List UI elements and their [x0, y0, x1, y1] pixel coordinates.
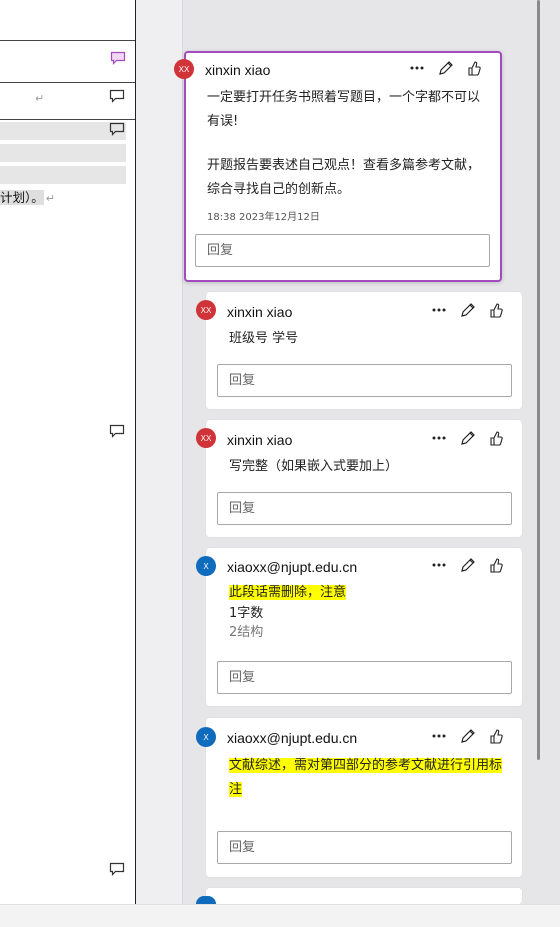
document-page[interactable]: 计划）。 ↵ ↵ [0, 0, 136, 904]
comment-author: xinxin xiao [227, 304, 293, 320]
comment-bubble-icon[interactable] [109, 121, 125, 136]
pane-scrollbar[interactable] [537, 0, 540, 760]
comment-line: 一定要打开任务书照着写题目，一个字都不可以 [207, 90, 481, 105]
comment-line: 有误! [207, 114, 239, 129]
thumbs-up-icon[interactable] [489, 728, 503, 744]
comment-body: 班级号 学号 [229, 331, 299, 346]
comment-actions [431, 728, 503, 744]
avatar: X [196, 727, 216, 747]
paragraph-return-mark: ↵ [45, 192, 55, 205]
thumbs-up-icon[interactable] [489, 430, 503, 446]
comment-body: 此段话需删除，注意 1字数 2结构 [229, 582, 347, 642]
highlighted-comment-text: 文献综述，需对第四部分的参考文献进行引用标 [229, 758, 503, 773]
pencil-icon[interactable] [438, 60, 454, 76]
avatar: XX [174, 59, 194, 79]
thumbs-up-icon[interactable] [467, 60, 481, 76]
comment-card[interactable] [206, 888, 522, 904]
pencil-icon[interactable] [460, 430, 476, 446]
reply-input[interactable]: 回复 [217, 364, 512, 397]
comment-actions [431, 430, 503, 446]
comment-body: 文献综述，需对第四部分的参考文献进行引用标 注 [229, 754, 509, 802]
comment-body: 一定要打开任务书照着写题目，一个字都不可以 有误! 开题报告要表述自己观点！查看… [207, 86, 492, 202]
more-options-icon[interactable] [409, 61, 425, 75]
comment-bubble-icon[interactable] [109, 88, 125, 103]
comment-author: xiaoxx@njupt.edu.cn [227, 730, 358, 746]
thumbs-up-icon[interactable] [489, 302, 503, 318]
reply-input[interactable]: 回复 [217, 661, 512, 694]
more-options-icon[interactable] [431, 729, 447, 743]
table-border-top [0, 40, 135, 41]
document-paragraph[interactable]: 计划）。 ↵ [0, 187, 55, 206]
comment-actions [409, 60, 481, 76]
comment-line: 开题报告要表述自己观点！查看多篇参考文献， [207, 158, 481, 173]
reply-input[interactable]: 回复 [217, 492, 512, 525]
comment-bubble-icon[interactable] [109, 861, 125, 876]
comment-author: xiaoxx@njupt.edu.cn [227, 559, 358, 575]
highlighted-text-line [0, 122, 126, 140]
status-bar [0, 904, 560, 927]
document-canvas: 计划）。 ↵ ↵ [0, 0, 182, 904]
comment-actions [431, 302, 503, 318]
pencil-icon[interactable] [460, 302, 476, 318]
comment-bubble-icon[interactable] [109, 423, 125, 438]
comment-line: 2结构 [229, 625, 264, 640]
highlighted-text-line [0, 144, 126, 162]
pencil-icon[interactable] [460, 557, 476, 573]
pencil-icon[interactable] [460, 728, 476, 744]
more-options-icon[interactable] [431, 558, 447, 572]
cell-return-mark: ↵ [35, 92, 45, 105]
thumbs-up-icon[interactable] [489, 557, 503, 573]
highlighted-comment-text: 此段话需删除，注意 [229, 585, 347, 600]
avatar: XX [196, 428, 216, 448]
highlighted-text-line [0, 166, 126, 184]
comment-blank-line [207, 134, 492, 154]
more-options-icon[interactable] [431, 431, 447, 445]
reply-input[interactable]: 回复 [195, 234, 490, 267]
comment-timestamp: 18:38 2023年12月12日 [207, 212, 320, 223]
comment-actions [431, 557, 503, 573]
more-options-icon[interactable] [431, 303, 447, 317]
avatar: X [196, 556, 216, 576]
table-border-row2 [0, 119, 135, 120]
comment-author: xinxin xiao [205, 62, 271, 78]
comment-body: 写完整（如果嵌入式要加上） [229, 459, 399, 474]
comment-line: 1字数 [229, 606, 264, 621]
comment-bubble-icon[interactable] [110, 50, 126, 65]
table-border-row1 [0, 82, 135, 83]
highlighted-comment-text: 注 [229, 782, 243, 797]
avatar [196, 896, 216, 904]
comment-line: 综合寻找自己的创新点。 [207, 182, 351, 197]
comment-author: xinxin xiao [227, 432, 293, 448]
paragraph-text: 计划）。 [0, 190, 44, 205]
reply-input[interactable]: 回复 [217, 831, 512, 864]
avatar: XX [196, 300, 216, 320]
